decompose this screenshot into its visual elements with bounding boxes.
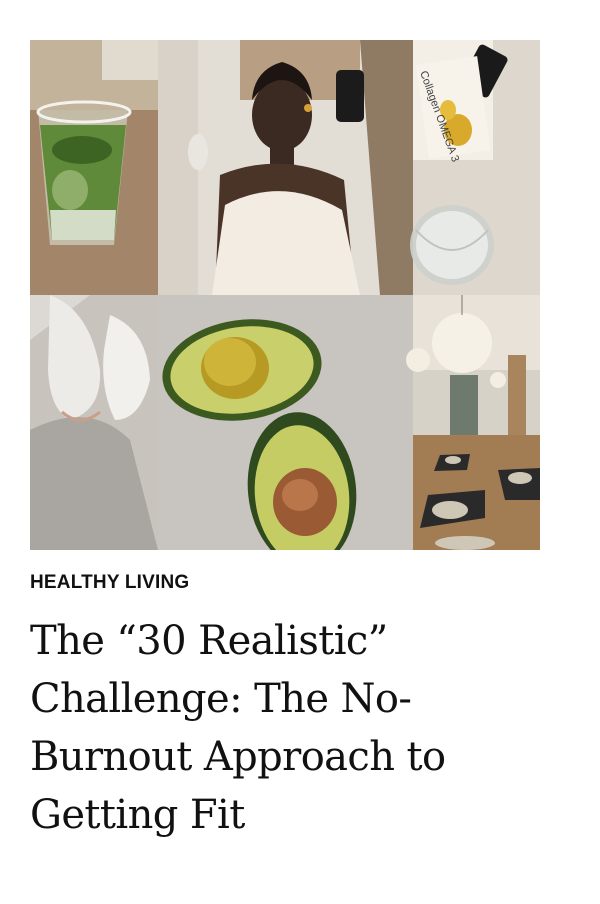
article-category[interactable]: HEALTHY LIVING	[30, 572, 189, 594]
tile-mirror-selfie	[158, 40, 413, 295]
article-headline[interactable]: The “30 Realistic” Challenge: The No-Bur…	[30, 612, 550, 844]
article-headline-link[interactable]: The “30 Realistic” Challenge: The No-Bur…	[30, 618, 446, 838]
tile-avocado	[158, 295, 413, 550]
tile-matcha-drink	[30, 40, 158, 295]
tile-yoga-studio	[406, 295, 540, 550]
tile-supplements: Collagen OMEGA 3	[410, 40, 540, 295]
tile-cozy-socks	[30, 295, 158, 550]
hero-collage[interactable]: Collagen OMEGA 3	[30, 40, 540, 550]
